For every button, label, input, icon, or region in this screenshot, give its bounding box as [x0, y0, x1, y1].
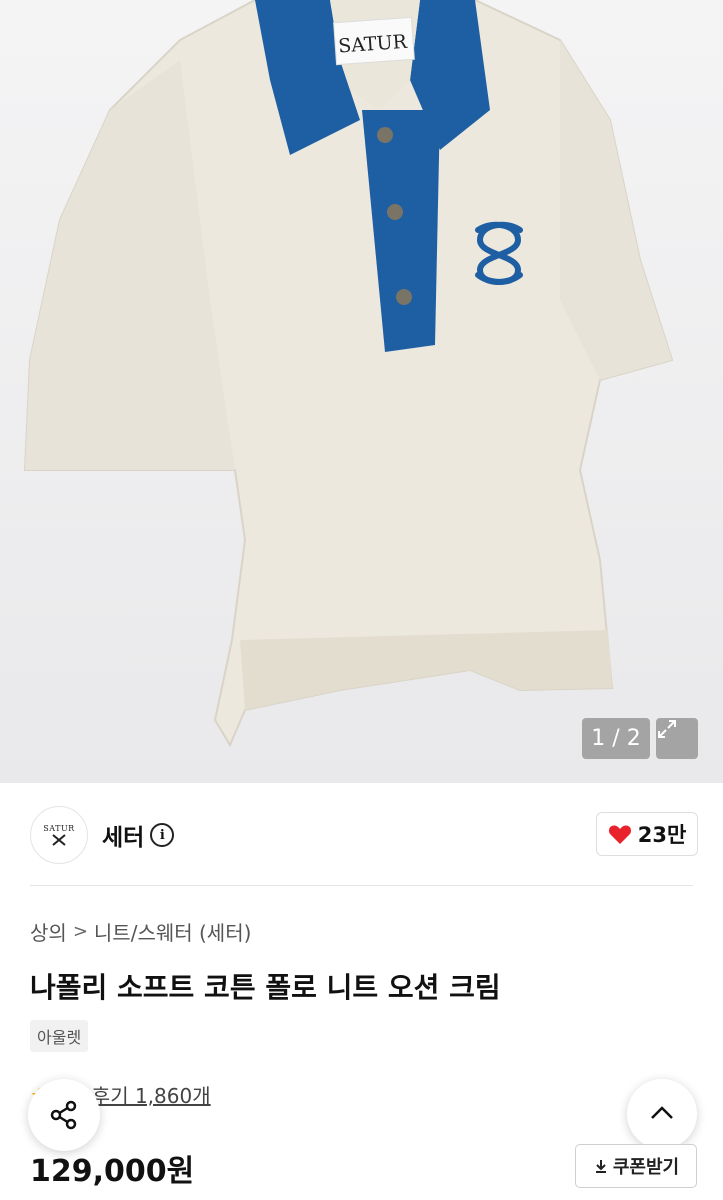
image-counter: 1 / 2 — [582, 718, 650, 759]
product-image-gallery[interactable]: SATUR 1 / 2 — [0, 0, 723, 783]
info-icon[interactable]: i — [150, 823, 175, 847]
like-count: 23만 — [637, 823, 687, 847]
brand-name-text: 세터 — [102, 825, 145, 851]
coupon-label: 쿠폰받기 — [612, 1157, 680, 1178]
brand-logo-text: SATUR — [43, 823, 75, 833]
coupon-button[interactable]: 쿠폰받기 — [575, 1144, 697, 1188]
outlet-badge: 아울렛 — [30, 1020, 89, 1052]
expand-icon — [658, 720, 676, 738]
review-link[interactable]: 후기 1,860개 — [92, 1080, 211, 1109]
breadcrumb: 상의 > 니트/스웨터 (세터) — [30, 917, 251, 946]
brand-emblem-icon — [52, 833, 66, 846]
scroll-top-button[interactable] — [627, 1079, 697, 1149]
brand-name[interactable]: 세터 i — [102, 818, 175, 852]
brand-logo[interactable]: SATUR — [30, 806, 88, 864]
breadcrumb-subcategory[interactable]: 니트/스웨터 (세터) — [94, 917, 252, 946]
product-image: SATUR — [23, 0, 674, 748]
like-button[interactable]: 23만 — [596, 812, 698, 856]
heart-icon — [608, 825, 631, 844]
product-title: 나폴리 소프트 코튼 폴로 니트 오션 크림 — [30, 971, 501, 1004]
chevron-up-icon — [651, 1106, 673, 1119]
divider — [30, 885, 693, 886]
download-icon — [595, 1160, 606, 1173]
share-icon — [50, 1100, 77, 1130]
breadcrumb-category[interactable]: 상의 — [30, 917, 67, 946]
brand-row: SATUR 세터 i 23만 — [0, 784, 723, 884]
product-price: 129,000원 — [30, 1154, 195, 1189]
chevron-right-icon: > — [72, 921, 88, 942]
expand-button[interactable] — [656, 718, 698, 759]
share-button[interactable] — [28, 1079, 100, 1151]
